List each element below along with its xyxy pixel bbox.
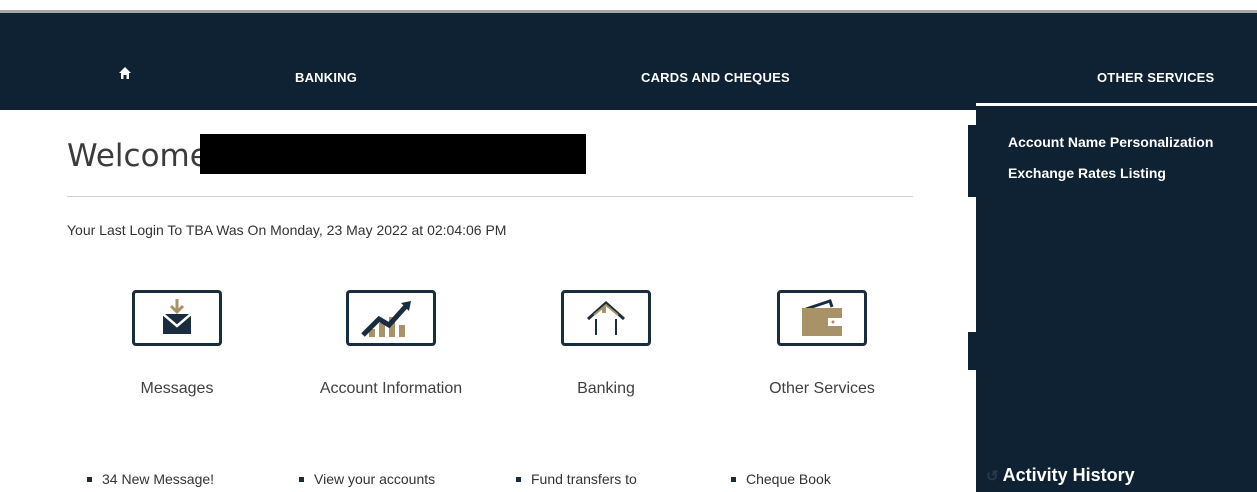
tile-label-account-information[interactable]: Account Information bbox=[291, 380, 491, 398]
list-item[interactable]: View your accounts bbox=[299, 471, 435, 487]
top-strip: ~ ~ bbox=[0, 0, 1257, 10]
other-services-dropdown: Account Name Personalization Exchange Ra… bbox=[976, 110, 1257, 492]
top-navigation: BANKING CARDS AND CHEQUES OTHER SERVICES bbox=[0, 10, 1257, 110]
bullet-text-banking: Fund transfers to bbox=[531, 471, 637, 487]
activity-history-label: Activity History bbox=[1002, 465, 1135, 485]
activity-history-link[interactable]: ↺ Activity History bbox=[986, 465, 1135, 486]
list-item[interactable]: Cheque Book bbox=[731, 471, 831, 487]
home-icon[interactable] bbox=[118, 66, 132, 83]
banking-icon[interactable] bbox=[561, 290, 651, 346]
tile-label-other-services[interactable]: Other Services bbox=[722, 380, 922, 398]
menu-item-exchange-rates-listing[interactable]: Exchange Rates Listing bbox=[1008, 165, 1166, 181]
panel-edge bbox=[968, 125, 976, 197]
active-tab-indicator bbox=[976, 103, 1257, 106]
divider bbox=[67, 196, 913, 197]
bullet-text-accounts: View your accounts bbox=[314, 471, 436, 487]
tile-label-messages[interactable]: Messages bbox=[77, 380, 277, 398]
bullet-icon bbox=[299, 476, 304, 482]
menu-item-account-name-personalization[interactable]: Account Name Personalization bbox=[1008, 134, 1213, 150]
bullet-text-messages: 34 New Message! bbox=[102, 471, 215, 487]
bullet-text-other-services: Cheque Book bbox=[746, 471, 831, 487]
welcome-heading: Welcome bbox=[67, 138, 209, 174]
panel-edge bbox=[968, 332, 976, 370]
nav-banking[interactable]: BANKING bbox=[295, 70, 357, 85]
other-services-icon[interactable] bbox=[777, 290, 867, 346]
nav-cards-and-cheques[interactable]: CARDS AND CHEQUES bbox=[641, 70, 790, 85]
tile-label-banking[interactable]: Banking bbox=[506, 380, 706, 398]
history-icon: ↺ bbox=[986, 468, 999, 485]
messages-icon[interactable] bbox=[132, 290, 222, 346]
list-item[interactable]: 34 New Message! bbox=[87, 471, 214, 487]
account-information-icon[interactable] bbox=[346, 290, 436, 346]
bullet-icon bbox=[87, 476, 92, 482]
nav-other-services[interactable]: OTHER SERVICES bbox=[1097, 70, 1214, 85]
bullet-icon bbox=[516, 476, 521, 482]
redacted-username bbox=[200, 134, 586, 174]
last-login-text: Your Last Login To TBA Was On Monday, 23… bbox=[67, 222, 507, 238]
bullet-icon bbox=[731, 476, 736, 482]
main-content: Welcome Your Last Login To TBA Was On Mo… bbox=[0, 110, 976, 492]
list-item[interactable]: Fund transfers to bbox=[516, 471, 637, 487]
